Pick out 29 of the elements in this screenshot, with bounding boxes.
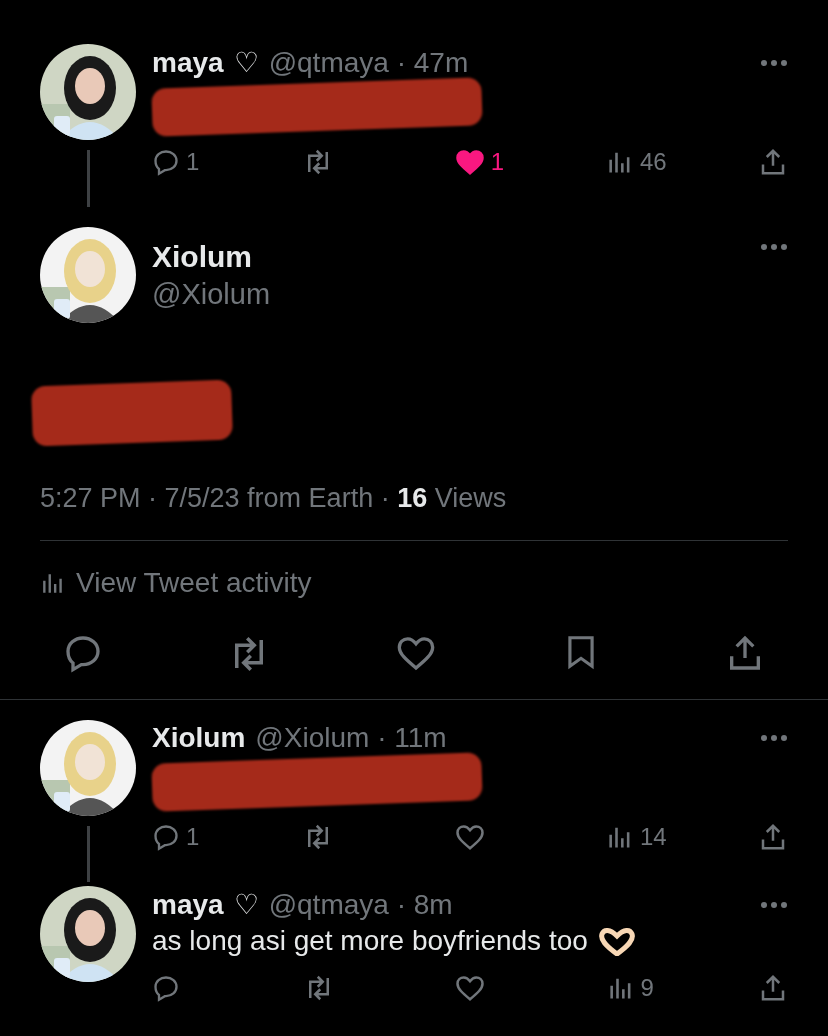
like-count: 1: [490, 148, 504, 176]
reply-icon[interactable]: [152, 823, 180, 851]
tweet-activity-link[interactable]: View Tweet activity: [76, 567, 312, 599]
reply-count: 1: [186, 823, 200, 851]
user-name[interactable]: Xiolum: [152, 722, 246, 754]
more-icon[interactable]: [760, 900, 788, 909]
reply-count: 1: [186, 148, 200, 176]
view-count: 14: [639, 823, 667, 851]
user-name[interactable]: maya: [152, 46, 224, 79]
like-icon[interactable]: [455, 973, 485, 1003]
handle-time: @Xiolum · 11m: [255, 722, 447, 754]
more-icon[interactable]: [760, 58, 788, 67]
tweet-timestamp: 5:27 PM · 7/5/23 from Earth · 16 Views: [40, 483, 788, 541]
view-count: 9: [640, 974, 654, 1002]
reply-icon[interactable]: [152, 974, 180, 1002]
like-icon[interactable]: [454, 147, 485, 177]
view-count: 46: [639, 148, 667, 176]
name-heart-label: ♡: [233, 46, 259, 79]
handle-time: @qtmaya · 47m: [268, 46, 469, 79]
user-name[interactable]: maya: [152, 888, 224, 921]
name-heart-label: ♡: [233, 888, 259, 921]
tweet-text: as long asi get more boyfriends too: [152, 925, 588, 957]
reply-icon[interactable]: [152, 148, 180, 176]
user-handle: @Xiolum: [152, 277, 272, 311]
like-icon[interactable]: [454, 822, 485, 852]
user-name[interactable]: Xiolum: [152, 239, 744, 274]
more-icon[interactable]: [760, 243, 788, 251]
handle-time: @qtmaya · 8m: [268, 888, 453, 921]
more-icon[interactable]: [760, 734, 788, 742]
